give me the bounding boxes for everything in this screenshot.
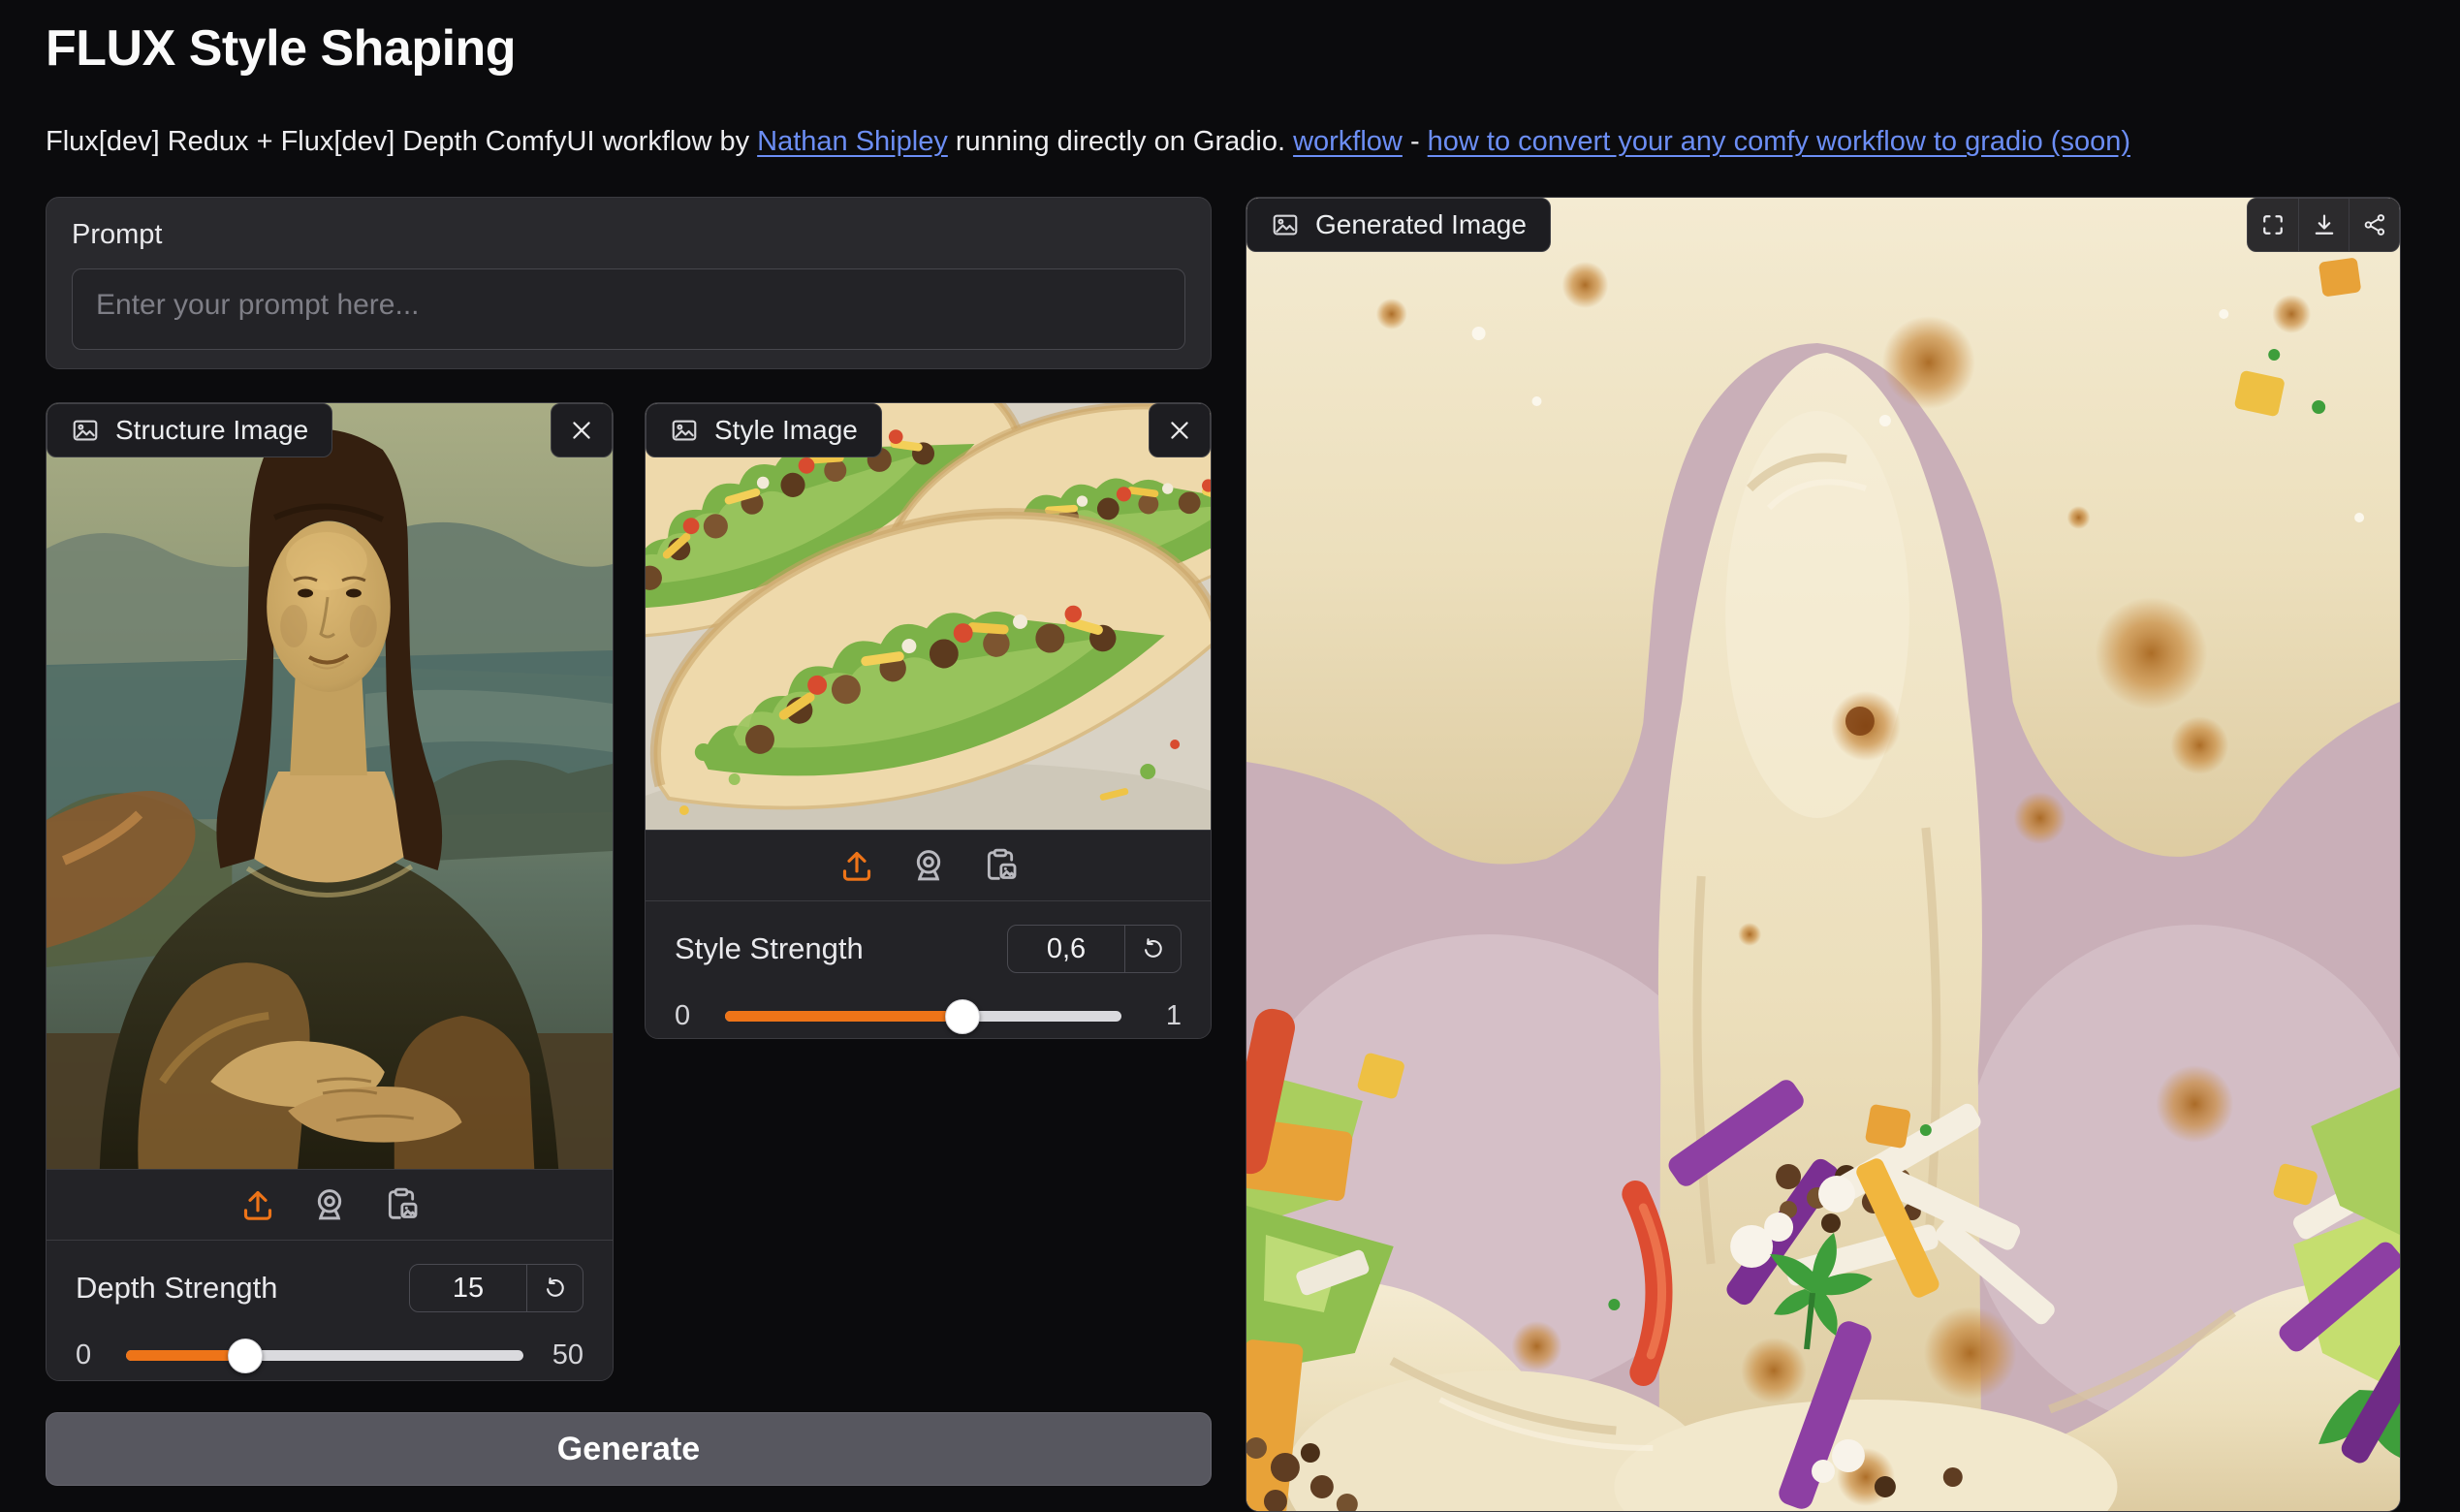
style-strength-max: 1 [1143,1000,1182,1032]
mona-lisa-artwork [47,403,613,1169]
style-webcam-button[interactable] [905,842,952,889]
subtitle-text-2: running directly on Gradio. [948,126,1293,157]
paste-image-icon [981,846,1020,885]
subtitle-text-1: Flux[dev] Redux + Flux[dev] Depth ComfyU… [46,126,757,157]
style-strength-reset-button[interactable] [1124,926,1181,972]
style-image-card: Style Image Style Strength [645,402,1212,1039]
image-icon [71,416,100,445]
close-icon [1166,417,1193,444]
style-upload-button[interactable] [834,842,880,889]
image-icon [670,416,699,445]
style-strength-slider-thumb[interactable] [945,999,980,1034]
style-paste-button[interactable] [977,842,1024,889]
structure-paste-button[interactable] [378,1181,425,1228]
tacos-artwork [646,403,1211,830]
paste-image-icon [382,1185,421,1224]
depth-strength-input[interactable] [410,1265,526,1311]
webcam-icon [310,1185,349,1224]
page-title: FLUX Style Shaping [46,19,516,78]
generated-image-card: Generated Image [1246,197,2401,1512]
structure-image-label: Structure Image [115,415,308,446]
fullscreen-icon [2259,211,2287,238]
structure-image-close-button[interactable] [551,403,613,457]
generated-image-label: Generated Image [1315,209,1527,240]
depth-strength-section: Depth Strength 0 50 [47,1240,613,1381]
reset-icon [1140,936,1166,962]
prompt-label: Prompt [72,219,1185,251]
structure-image[interactable]: Structure Image [47,403,613,1169]
style-strength-slider-fill [725,1011,962,1022]
generated-image: Generated Image [1246,198,2400,1512]
style-strength-label: Style Strength [675,931,864,966]
generated-image-badge: Generated Image [1246,198,1551,252]
depth-strength-numbox [409,1264,583,1312]
style-image-toolbar [646,830,1211,900]
structure-image-toolbar [47,1169,613,1240]
workflow-link[interactable]: workflow [1293,126,1403,157]
author-link[interactable]: Nathan Shipley [757,126,948,157]
style-strength-slider[interactable] [725,1011,1121,1022]
generate-button[interactable]: Generate [46,1412,1212,1486]
download-icon [2311,211,2338,238]
convert-workflow-link[interactable]: how to convert your any comfy workflow t… [1428,126,2130,157]
reset-icon [542,1276,568,1302]
style-image[interactable]: Style Image [646,403,1211,830]
depth-strength-reset-button[interactable] [526,1265,583,1311]
depth-strength-slider[interactable] [126,1350,523,1361]
prompt-input[interactable] [72,268,1185,350]
subtitle-text-3: - [1403,126,1428,157]
structure-image-badge: Structure Image [47,403,332,457]
style-strength-section: Style Strength 0 1 [646,900,1211,1039]
prompt-panel: Prompt [46,197,1212,369]
depth-strength-max: 50 [545,1339,583,1371]
fullscreen-button[interactable] [2248,199,2298,251]
structure-image-card: Structure Image Depth Strength [46,402,614,1381]
structure-upload-button[interactable] [235,1181,281,1228]
style-strength-input[interactable] [1008,926,1124,972]
download-button[interactable] [2298,199,2349,251]
style-image-badge: Style Image [646,403,882,457]
style-image-label: Style Image [714,415,858,446]
close-icon [568,417,595,444]
depth-strength-min: 0 [76,1339,105,1371]
depth-strength-label: Depth Strength [76,1271,278,1306]
webcam-icon [909,846,948,885]
depth-strength-slider-thumb[interactable] [228,1339,263,1373]
style-strength-min: 0 [675,1000,704,1032]
flux-style-shaping-app: FLUX Style Shaping Flux[dev] Redux + Flu… [0,0,2460,1512]
share-button[interactable] [2349,199,2399,251]
subtitle: Flux[dev] Redux + Flux[dev] Depth ComfyU… [46,126,2372,158]
upload-icon [837,846,876,885]
style-strength-numbox [1007,925,1182,973]
structure-webcam-button[interactable] [306,1181,353,1228]
style-image-close-button[interactable] [1149,403,1211,457]
generated-artwork [1246,198,2400,1512]
generated-image-tools [2247,198,2400,252]
image-icon [1271,210,1300,239]
share-icon [2361,211,2388,238]
upload-icon [238,1185,277,1224]
